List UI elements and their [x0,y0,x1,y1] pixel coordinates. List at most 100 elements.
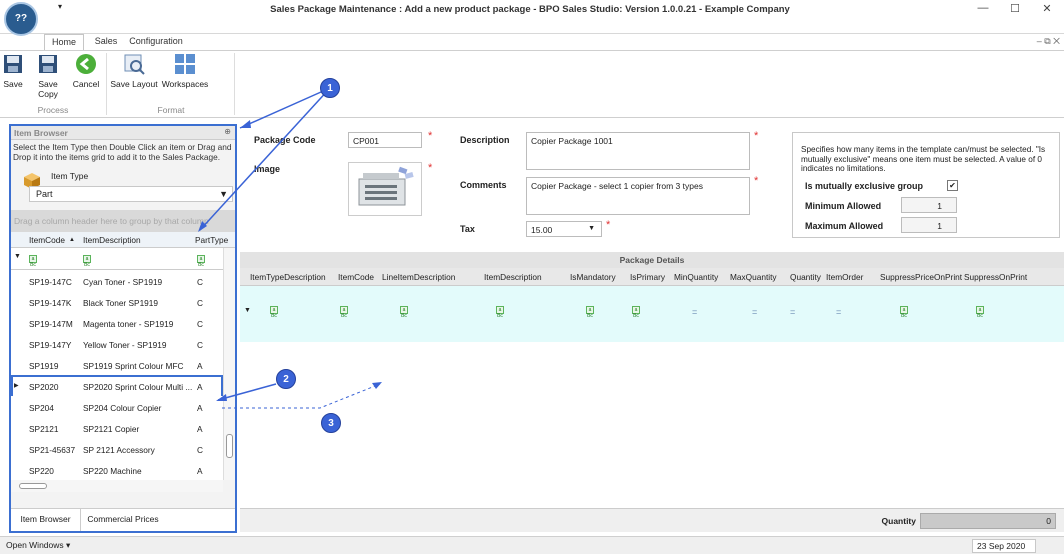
workspaces-button[interactable]: Workspaces [160,53,210,97]
close-button[interactable]: ✕ [1032,2,1062,20]
item-row[interactable]: ▶ SP2020 SP2020 Sprint Colour Multi ... A [11,375,223,398]
column-suppresspriceonprint[interactable]: SuppressPriceOnPrint [880,272,962,282]
item-row[interactable]: SP2121 SP2121 Copier A [11,417,223,440]
save-copy-button[interactable]: Save Copy [30,53,66,99]
column-itemdescription[interactable]: ItemDescription [484,272,542,282]
save-button[interactable]: Save [2,53,24,97]
column-itemcode[interactable]: ItemCode [29,235,65,245]
column-quantity[interactable]: Quantity [790,272,821,282]
workspaces-icon [175,54,195,74]
new-row-cell-lineitemdescription[interactable]: a​B​c [400,306,408,319]
part-type-cell: A [197,424,203,434]
row-pointer-icon: ▶ [14,383,19,389]
minimize-button[interactable]: — [968,2,998,20]
filter-cell-itemdescription[interactable]: a​B​c [83,255,91,268]
column-maxquantity[interactable]: MaxQuantity [730,272,777,282]
column-itemtypedescription[interactable]: ItemTypeDescription [250,272,326,282]
item-grid-vertical-scrollbar[interactable] [223,248,235,480]
app-logo[interactable]: ?? [4,2,38,36]
column-itemorder[interactable]: ItemOrder [826,272,863,282]
column-ismandatory[interactable]: IsMandatory [570,272,616,282]
filter-cell-itemcode[interactable]: a​B​c [29,255,37,268]
item-grid-horizontal-scrollbar[interactable] [11,480,223,492]
new-row-cell-ismandatory[interactable]: a​B​c [586,306,594,319]
part-type-cell: A [197,403,203,413]
column-minquantity[interactable]: MinQuantity [674,272,718,282]
open-windows-menu[interactable]: Open Windows ▾ [6,540,70,551]
callout-1: 1 [320,78,340,98]
item-row[interactable]: SP19-147C Cyan Toner - SP1919 C [11,270,223,293]
cancel-button[interactable]: Cancel [70,53,102,97]
maximum-allowed-spinner[interactable]: 1 [901,217,957,233]
filter-icon: ▼ [14,253,21,260]
cancel-label: Cancel [72,79,100,89]
column-itemdescription[interactable]: ItemDescription [83,235,141,245]
item-description-cell: SP 2121 Accessory [83,445,155,455]
column-parttype[interactable]: PartType [195,235,228,245]
quick-access-dropdown-icon[interactable]: ▾ [58,2,62,11]
new-row-cell-minquantity[interactable]: = [692,307,697,317]
item-row[interactable]: SP19-147Y Yellow Toner - SP1919 C [11,333,223,356]
new-row-cell-itemtypedescription[interactable]: a​B​c [270,306,278,319]
item-row[interactable]: SP19-147K Black Toner SP1919 C [11,291,223,314]
chevron-down-icon: ▼ [219,189,228,199]
filter-row[interactable]: ▼ a​B​c a​B​c a​B​c [11,248,235,270]
scroll-thumb[interactable] [226,434,233,458]
new-row-cell-isprimary[interactable]: a​B​c [632,306,640,319]
part-type-cell: A [197,361,203,371]
new-row-cell-itemorder[interactable]: = [836,307,841,317]
item-type-select[interactable]: Part ▼ [29,186,233,202]
comments-input[interactable]: Copier Package - select 1 copier from 3 … [526,177,750,215]
new-row-cell-itemdescription[interactable]: a​B​c [496,306,504,319]
maximize-button[interactable]: ☐ [1000,2,1030,20]
comments-label: Comments [460,180,507,190]
tab-home[interactable]: Home [44,34,84,50]
description-input[interactable]: Copier Package 1001 [526,132,750,170]
date-field[interactable]: 23 Sep 2020 [972,539,1036,553]
new-row-cell-maxquantity[interactable]: = [752,307,757,317]
tab-item-browser[interactable]: Item Browser [11,509,81,531]
save-copy-icon [39,55,57,73]
minimum-allowed-spinner[interactable]: 1 [901,197,957,213]
item-row[interactable]: SP1919 SP1919 Sprint Colour MFC A [11,354,223,377]
package-details-new-row[interactable]: ▼ a​B​c a​B​c a​B​c a​B​c a​B​c a​B​c = = = = a​B​… [240,286,1064,342]
item-row[interactable]: SP21-45637 SP 2121 Accessory C [11,438,223,461]
new-row-cell-itemcode[interactable]: a​B​c [340,306,348,319]
mutually-exclusive-checkbox[interactable]: ✔ [947,180,958,191]
tab-sales[interactable]: Sales [88,34,124,50]
item-code-cell: SP1919 [29,361,59,371]
ribbon: Save Save Copy Cancel Save Layout Worksp… [0,50,1064,118]
ribbon-window-controls[interactable]: – ⧉ ✕ [1037,36,1060,47]
group-by-area[interactable]: Drag a column header here to group by th… [11,210,235,232]
item-row[interactable]: SP19-147M Magenta toner - SP1919 C [11,312,223,335]
new-row-cell-suppresspriceonprint[interactable]: a​B​c [900,306,908,319]
tab-commercial-prices[interactable]: Commercial Prices [83,509,163,531]
part-type-cell: C [197,298,203,308]
tax-select[interactable]: 15.00 ▼ [526,221,602,237]
workspaces-label: Workspaces [161,79,209,89]
item-row[interactable]: SP220 SP220 Machine A [11,459,223,482]
package-image[interactable] [348,162,422,216]
part-type-cell: C [197,277,203,287]
column-suppressonprint[interactable]: SuppressOnPrint [964,272,1027,282]
hscroll-thumb[interactable] [19,483,47,489]
new-row-cell-suppressonprint[interactable]: a​B​c [976,306,984,319]
item-code-cell: SP19-147K [29,298,72,308]
minimum-allowed-label: Minimum Allowed [805,201,882,211]
pin-icon[interactable]: ⊕ [224,127,231,136]
new-row-cell-quantity[interactable]: = [790,307,795,317]
group-settings-box: Specifies how many items in the template… [792,132,1060,238]
tab-configuration[interactable]: Configuration [128,34,184,50]
save-layout-button[interactable]: Save Layout [110,53,158,97]
column-itemcode[interactable]: ItemCode [338,272,374,282]
item-description-cell: Black Toner SP1919 [83,298,159,308]
column-isprimary[interactable]: IsPrimary [630,272,665,282]
mutually-exclusive-label: Is mutually exclusive group [805,181,924,191]
item-code-cell: SP2121 [29,424,59,434]
package-code-input[interactable]: CP001 [348,132,422,148]
item-row[interactable]: SP204 SP204 Colour Copier A [11,396,223,419]
column-lineitemdescription[interactable]: LineItemDescription [382,272,455,282]
filter-cell-parttype[interactable]: a​B​c [197,255,205,268]
item-code-cell: SP19-147C [29,277,72,287]
item-code-cell: SP21-45637 [29,445,76,455]
